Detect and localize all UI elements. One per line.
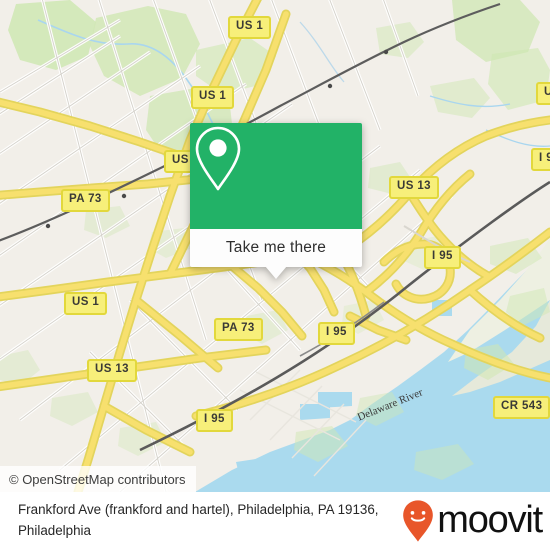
shield-us-1-upper: US 1 [191, 86, 235, 109]
shield-i-95-edge-clipped: I 9 [531, 148, 550, 171]
shield-i-95-mid: I 95 [318, 322, 355, 345]
moovit-logo[interactable]: moovit [400, 498, 543, 543]
moovit-wordmark: moovit [437, 498, 543, 541]
osm-attribution-bar[interactable]: © OpenStreetMap contributors [0, 466, 196, 492]
shield-i-95-right: I 95 [424, 246, 461, 269]
map-pin-icon [195, 126, 241, 191]
location-title: Frankford Ave (frankford and hartel), Ph… [18, 502, 379, 538]
take-me-there-label: Take me there [225, 239, 327, 256]
moovit-smiley-pin-icon [403, 500, 434, 542]
shield-pa-73-mid: PA 73 [214, 318, 263, 341]
shield-us-1-north: US 1 [228, 16, 272, 39]
map-screenshot-page: US 1 US 1 US US 13 PA 73 I 95 US 1 PA 73… [0, 0, 550, 550]
popup-icon-area [190, 123, 362, 229]
shield-us-edge-clipped: U [536, 82, 550, 105]
shield-us-13-lower: US 13 [87, 359, 137, 382]
osm-attribution-text: © OpenStreetMap contributors [9, 471, 186, 487]
shield-us-13: US 13 [389, 176, 439, 199]
footer-bar: Frankford Ave (frankford and hartel), Ph… [0, 492, 550, 550]
shield-pa-73-left: PA 73 [61, 189, 110, 212]
popup-pointer-tail [265, 266, 287, 279]
map-canvas[interactable]: US 1 US 1 US US 13 PA 73 I 95 US 1 PA 73… [0, 0, 550, 492]
shield-cr-543: CR 543 [493, 396, 550, 419]
shield-i-95-lower: I 95 [196, 409, 233, 432]
location-popup-card[interactable]: Take me there [190, 123, 362, 279]
take-me-there-button[interactable]: Take me there [190, 229, 362, 279]
shield-us-1-lower: US 1 [64, 292, 108, 315]
